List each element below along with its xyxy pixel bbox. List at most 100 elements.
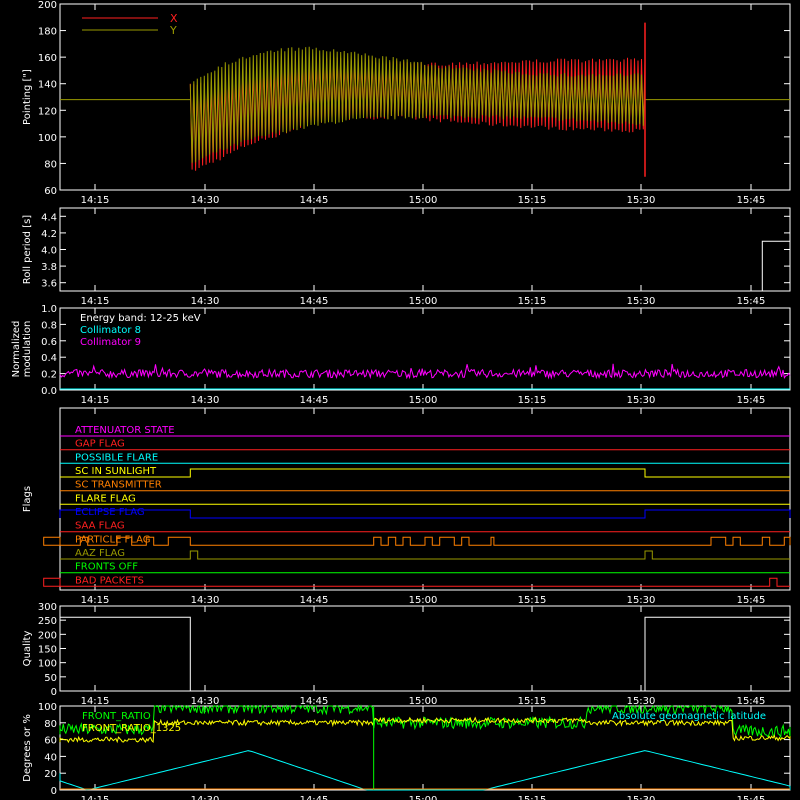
y-tick-label: 0 [51,786,57,797]
x-tick-label: 14:15 [81,795,110,800]
y-tick-label: 3.6 [41,279,57,290]
y-tick-label: 160 [38,53,57,64]
x-tick-label: 15:15 [518,795,547,800]
y-tick-label: 180 [38,27,57,38]
x-tick-label: 15:00 [409,696,438,707]
y-axis-label: Normalizedmodulation [11,321,33,378]
legend-label: FRONT_RATIO_1325 [82,723,181,734]
x-tick-label: 14:15 [81,395,110,406]
y-axis-label: Pointing ["] [22,69,33,125]
y-tick-label: 0.0 [41,386,57,397]
legend-label: FRONT_RATIO [82,711,151,722]
flag-label: FRONTS OFF [75,562,138,573]
legend-label: Y [169,24,177,37]
y-tick-label: 3.8 [41,262,57,273]
y-tick-label: 1.0 [41,304,57,315]
y-tick-label: 250 [38,616,57,627]
x-tick-label: 14:30 [191,296,220,307]
x-tick-label: 15:30 [627,395,656,406]
flag-label: FLARE FLAG [75,493,136,504]
y-tick-label: 100 [38,659,57,670]
y-tick-label: 100 [38,133,57,144]
x-tick-label: 14:15 [81,195,110,206]
flag-label: SC TRANSMITTER [75,480,162,491]
x-tick-label: 15:45 [737,595,766,606]
x-tick-label: 14:30 [191,795,220,800]
y-tick-label: 80 [44,159,57,170]
x-tick-label: 15:15 [518,696,547,707]
y-tick-label: 4.2 [41,229,57,240]
y-tick-label: 4.4 [41,212,57,223]
y-tick-label: 200 [38,630,57,641]
flag-label: ECLIPSE FLAG [75,507,145,518]
chart-canvas: 14:15 14:30 14:45 15:00 15:15 15:30 15:45 Point… [0,0,800,800]
x-tick-label: 14:15 [81,595,110,606]
y-tick-label: 100 [38,702,57,713]
x-tick-label: 14:30 [191,696,220,707]
x-tick-label: 14:15 [81,296,110,307]
legend-label: Collimator 8 [80,325,141,336]
x-tick-label: 15:30 [627,795,656,800]
y-tick-label: 50 [44,673,57,684]
x-tick-label: 15:45 [737,195,766,206]
y-tick-label: 4.0 [41,246,57,257]
y-tick-label: 140 [38,80,57,91]
y-tick-label: 60 [44,736,57,747]
x-tick-label: 15:00 [409,795,438,800]
y-tick-label: 120 [38,106,57,117]
flag-label: ATTENUATOR STATE [75,425,175,436]
x-tick-label: 14:30 [191,395,220,406]
x-tick-label: 15:00 [409,595,438,606]
y-tick-label: 300 [38,602,57,613]
x-tick-label: 15:00 [409,296,438,307]
y-axis-label: Roll period [s] [22,215,33,284]
y-axis-label: Flags [22,486,33,512]
x-tick-label: 15:30 [627,195,656,206]
x-tick-label: 14:45 [300,296,329,307]
y-axis-label-line: Normalized [11,321,22,378]
y-tick-label: 40 [44,752,57,763]
flag-label: AAZ FLAG [75,548,125,559]
y-tick-label: 0 [51,687,57,698]
x-tick-label: 15:00 [409,195,438,206]
y-axis-label-line: modulation [22,321,33,378]
y-tick-label: 0.6 [41,337,57,348]
y-axis-label: Quality [22,631,33,667]
y-tick-label: 20 [44,769,57,780]
x-tick-label: 14:45 [300,696,329,707]
legend-label: Absolute geomagnetic latitude [612,711,766,722]
energy-band-annotation: Energy band: 12-25 keV [80,313,201,324]
y-tick-label: 80 [44,719,57,730]
x-tick-label: 15:15 [518,395,547,406]
y-tick-label: 0.4 [41,353,57,364]
x-tick-label: 14:30 [191,595,220,606]
x-tick-label: 15:00 [409,395,438,406]
flag-label: POSSIBLE FLARE [75,452,158,463]
x-tick-label: 15:45 [737,296,766,307]
x-tick-label: 15:45 [737,795,766,800]
x-tick-label: 15:45 [737,395,766,406]
x-tick-label: 14:45 [300,195,329,206]
y-tick-label: 200 [38,0,57,11]
flag-label: SAA FLAG [75,521,125,532]
y-tick-label: 0.2 [41,370,57,381]
legend-label: Collimator 9 [80,337,141,348]
x-tick-label: 15:15 [518,195,547,206]
x-tick-label: 15:30 [627,595,656,606]
x-tick-label: 15:15 [518,595,547,606]
x-tick-label: 14:15 [81,696,110,707]
x-tick-label: 15:45 [737,696,766,707]
y-axis-label: Degrees or % [22,714,33,782]
flag-label: SC IN SUNLIGHT [75,466,157,477]
x-tick-label: 15:30 [627,696,656,707]
flag-label: PARTICLE FLAG [75,534,151,545]
x-tick-label: 14:45 [300,595,329,606]
y-tick-label: 60 [44,186,57,197]
flag-label: BAD PACKETS [75,575,144,586]
y-tick-label: 150 [38,645,57,656]
x-tick-label: 15:30 [627,296,656,307]
x-tick-label: 14:45 [300,795,329,800]
x-tick-label: 14:30 [191,195,220,206]
flag-label: GAP FLAG [75,439,125,450]
x-tick-label: 14:45 [300,395,329,406]
